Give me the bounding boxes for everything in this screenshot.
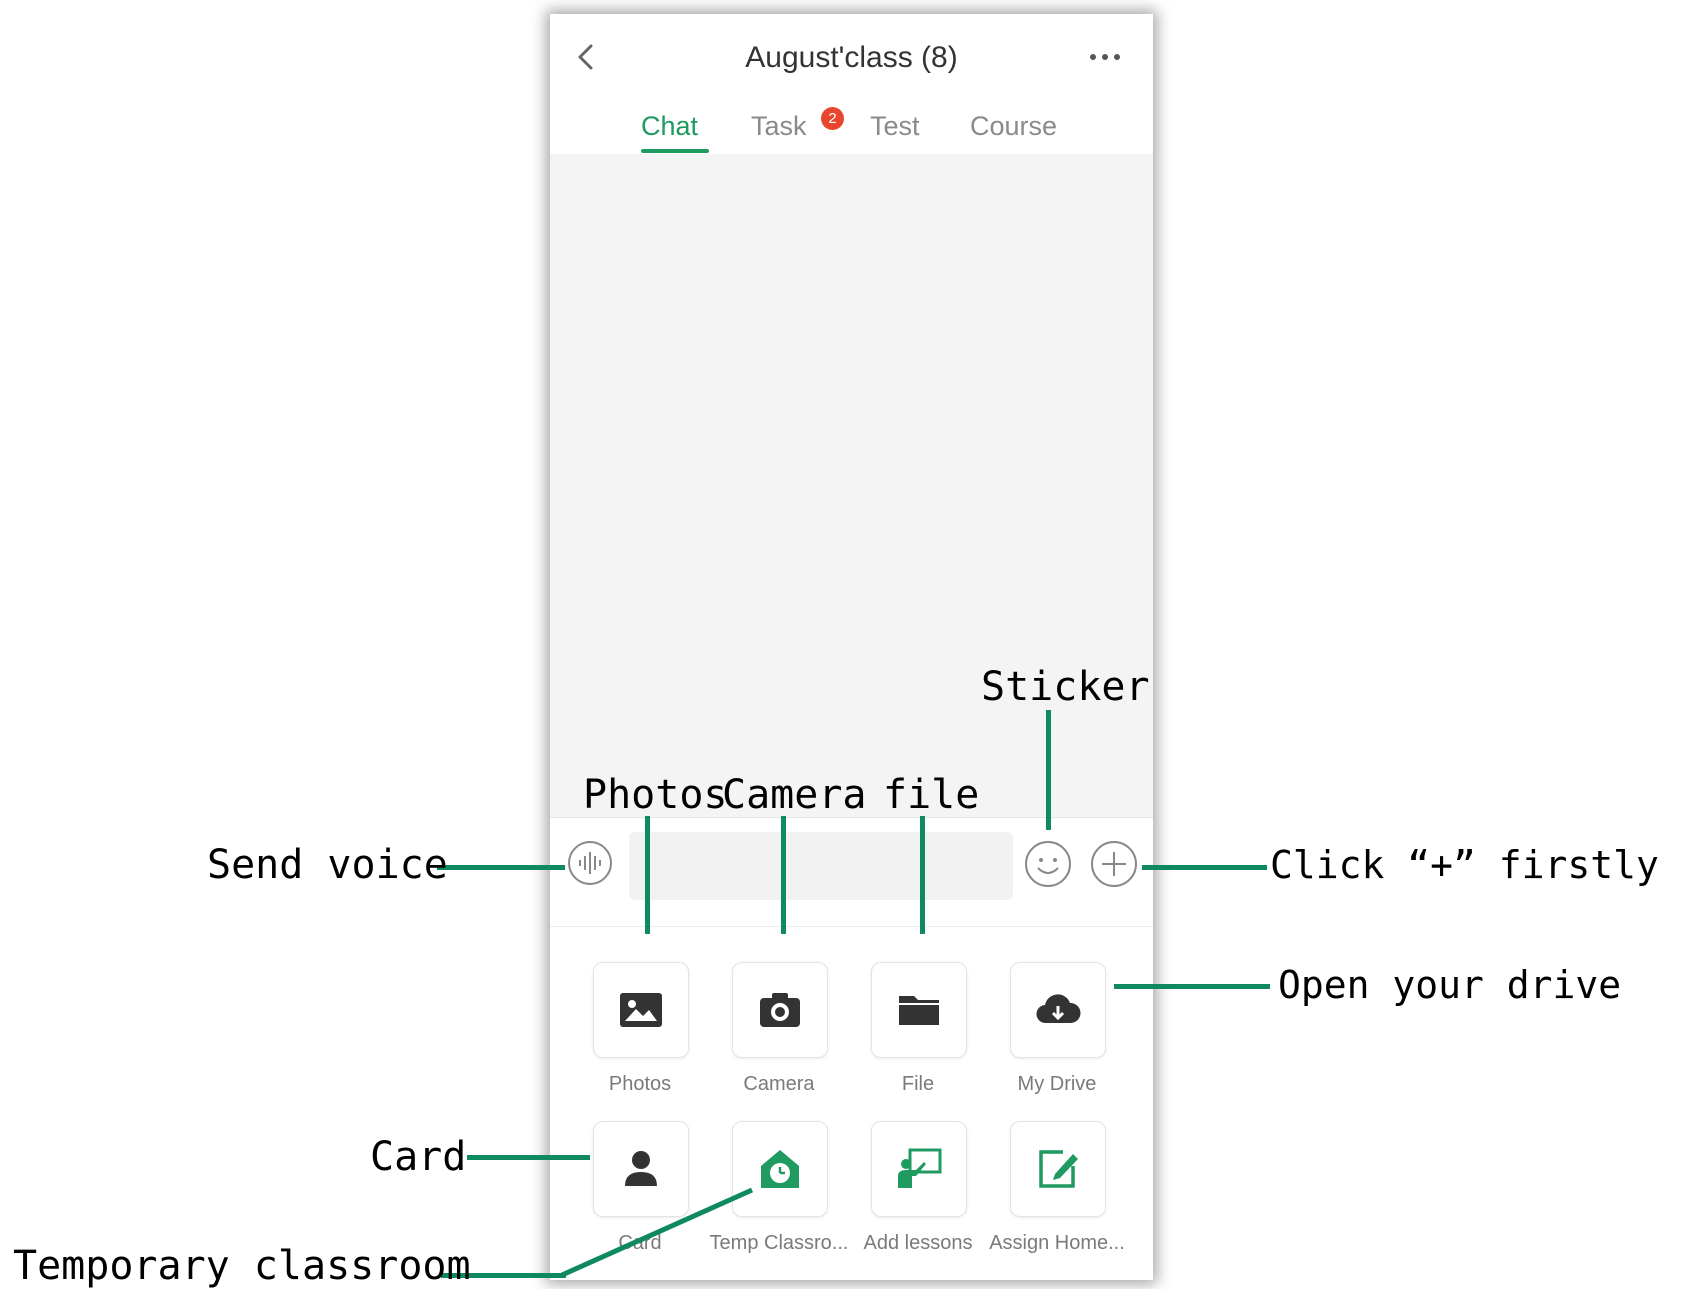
send-voice-callout: Send voice <box>207 842 448 888</box>
camera-callout: Camera <box>722 772 867 818</box>
sticker-callout: Sticker <box>981 664 1150 710</box>
open-drive-callout: Open your drive <box>1278 963 1622 1007</box>
card-callout: Card <box>370 1134 467 1180</box>
temp-classroom-callout: Temporary classroom <box>13 1243 471 1289</box>
file-callout: file <box>883 772 980 818</box>
click-plus-callout: Click “+” firstly <box>1270 843 1659 887</box>
temp-classroom-callout-diagonal <box>560 1187 754 1278</box>
photos-callout: Photos <box>583 772 728 818</box>
